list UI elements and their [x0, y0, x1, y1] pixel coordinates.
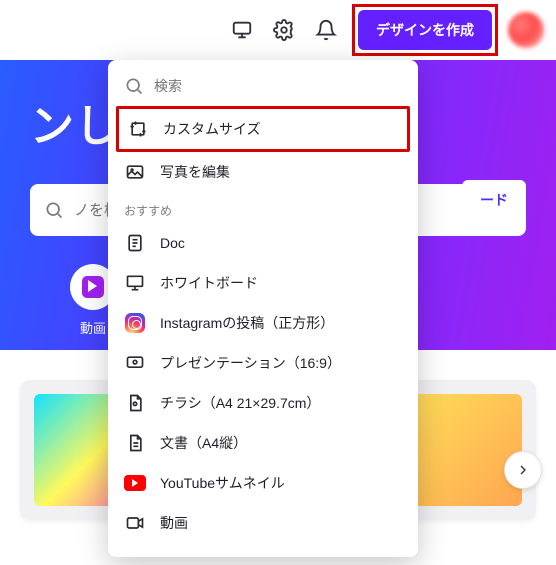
menu-item-label: ホワイトボード	[160, 273, 258, 293]
gear-icon[interactable]	[268, 14, 300, 46]
dropdown-search-input[interactable]	[154, 78, 402, 94]
menu-item-label: YouTubeサムネイル	[160, 473, 285, 493]
hero-card-label: 動画	[80, 318, 106, 337]
menu-item-instagram[interactable]: Instagramの投稿（正方形）	[108, 303, 418, 343]
menu-item-label: Doc	[160, 235, 185, 251]
menu-item-label: 写真を編集	[160, 162, 230, 182]
menu-item-custom-size[interactable]: カスタムサイズ	[119, 109, 407, 149]
custom-size-highlight: カスタムサイズ	[116, 106, 410, 152]
create-design-button[interactable]: デザインを作成	[358, 10, 492, 50]
upgrade-button-fragment[interactable]: ード	[462, 180, 526, 220]
menu-item-presentation[interactable]: プレゼンテーション（16:9）	[108, 343, 418, 383]
custom-size-icon	[127, 118, 149, 140]
bell-icon[interactable]	[310, 14, 342, 46]
top-bar: デザインを作成	[0, 0, 556, 60]
menu-item-label: 動画	[160, 513, 188, 533]
menu-item-edit-photo[interactable]: 写真を編集	[108, 152, 418, 192]
menu-item-label: 文書（A4縦）	[160, 433, 247, 453]
dropdown-section-header: おすすめ	[108, 192, 418, 223]
menu-item-video[interactable]: 動画	[108, 503, 418, 543]
flyer-icon	[124, 392, 146, 414]
menu-item-label: チラシ（A4 21×29.7cm）	[160, 393, 320, 413]
doc-icon	[124, 232, 146, 254]
search-icon	[44, 200, 64, 220]
desktop-icon[interactable]	[226, 14, 258, 46]
menu-item-label: カスタムサイズ	[163, 119, 261, 139]
menu-item-label: Instagramの投稿（正方形）	[160, 313, 334, 333]
menu-item-whiteboard[interactable]: ホワイトボード	[108, 263, 418, 303]
menu-item-doc[interactable]: Doc	[108, 223, 418, 263]
scroll-next-button[interactable]	[504, 451, 542, 489]
instagram-icon	[124, 312, 146, 334]
menu-item-document[interactable]: 文書（A4縦）	[108, 423, 418, 463]
create-design-dropdown: カスタムサイズ 写真を編集 おすすめ Doc ホワイトボード Instagram…	[108, 60, 418, 557]
menu-item-flyer[interactable]: チラシ（A4 21×29.7cm）	[108, 383, 418, 423]
dropdown-search-row[interactable]	[108, 70, 418, 106]
search-icon	[124, 76, 144, 96]
menu-item-label: プレゼンテーション（16:9）	[160, 353, 341, 373]
chevron-right-icon	[515, 462, 531, 478]
document-icon	[124, 432, 146, 454]
whiteboard-icon	[124, 272, 146, 294]
presentation-icon	[124, 352, 146, 374]
photo-icon	[124, 161, 146, 183]
avatar[interactable]	[508, 12, 544, 48]
video-icon	[124, 512, 146, 534]
menu-item-youtube[interactable]: YouTubeサムネイル	[108, 463, 418, 503]
youtube-icon	[124, 472, 146, 494]
create-design-highlight: デザインを作成	[352, 4, 498, 56]
